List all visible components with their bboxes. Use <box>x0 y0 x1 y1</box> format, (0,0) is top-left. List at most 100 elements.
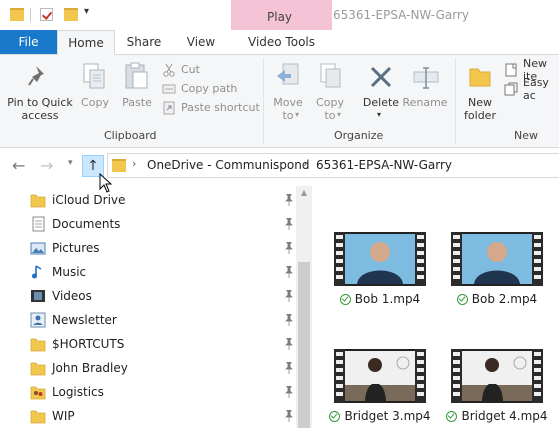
nav-item-label: Pictures <box>52 241 100 255</box>
new-folder-icon[interactable] <box>64 8 78 21</box>
nav-item[interactable]: John Bradley <box>30 356 295 380</box>
group-divider <box>263 58 264 144</box>
nav-item[interactable]: Logistics <box>30 380 295 404</box>
delete-label: Delete <box>362 96 400 109</box>
file-item[interactable]: Bridget 3.mp4 <box>329 349 444 429</box>
group-divider <box>455 58 456 144</box>
file-name: Bob 2.mp4 <box>471 292 538 306</box>
copy-path-label: Copy path <box>181 82 238 95</box>
file-item[interactable]: Bob 1.mp4 <box>334 232 444 312</box>
pin-icon <box>28 66 44 86</box>
nav-item[interactable]: Videos <box>30 284 295 308</box>
copy-to-label-2: to <box>324 109 336 122</box>
file-name-row: Bob 1.mp4 <box>325 292 435 306</box>
folder-icon[interactable] <box>10 8 24 21</box>
paste-shortcut-label: Paste shortcut <box>181 101 260 114</box>
move-to-label-1: Move <box>273 96 303 109</box>
tab-view[interactable]: View <box>175 30 227 54</box>
file-item[interactable]: Bob 2.mp4 <box>451 232 559 312</box>
nav-item[interactable]: iCloud Drive <box>30 188 295 212</box>
breadcrumb-current-folder[interactable]: 65361-EPSA-NW-Garry <box>316 158 452 172</box>
pin-icon[interactable] <box>283 241 295 254</box>
file-name: Bob 1.mp4 <box>354 292 421 306</box>
nav-item-label: Videos <box>52 289 92 303</box>
sync-status-icon <box>456 293 468 305</box>
new-group-label: New <box>514 129 538 142</box>
pin-icon[interactable] <box>283 409 295 422</box>
contextual-tab-group: Play <box>231 0 332 30</box>
cut-button[interactable]: Cut <box>162 60 262 79</box>
nav-item[interactable]: Newsletter <box>30 308 295 332</box>
easy-access-label: Easy ac <box>523 75 549 102</box>
copy-icon <box>83 63 105 89</box>
organize-group-label: Organize <box>334 129 384 142</box>
new-item-icon <box>504 63 518 77</box>
pin-icon[interactable] <box>283 193 295 206</box>
videos-icon <box>30 288 46 304</box>
breadcrumb-chevron-icon[interactable]: › <box>303 157 307 170</box>
chevron-down-icon: ▾ <box>337 110 342 119</box>
tab-home[interactable]: Home <box>57 30 115 55</box>
forward-arrow-icon[interactable]: → <box>40 156 53 175</box>
pin-icon[interactable] <box>283 289 295 302</box>
properties-icon[interactable] <box>40 8 53 21</box>
pin-icon[interactable] <box>283 313 295 326</box>
people-folder-icon <box>30 384 46 400</box>
breadcrumb-onedrive[interactable]: OneDrive - Communispond <box>147 158 309 172</box>
nav-item[interactable]: Pictures <box>30 236 295 260</box>
file-name-row: Bridget 3.mp4 <box>325 409 435 423</box>
rename-icon <box>413 67 439 89</box>
tab-share[interactable]: Share <box>118 30 170 54</box>
new-small-actions: New ite Easy ac <box>504 57 559 102</box>
sync-status-icon <box>329 410 341 422</box>
tab-file[interactable]: File <box>0 30 57 54</box>
new-folder-label-1: New <box>468 96 492 109</box>
recent-locations-chevron-icon[interactable]: ▾ <box>68 158 73 168</box>
scissors-icon <box>162 63 176 77</box>
copy-label: Copy <box>81 96 109 109</box>
pin-icon[interactable] <box>283 385 295 398</box>
copy-to-label-1: Copy <box>316 96 344 109</box>
copy-path-button[interactable]: Copy path <box>162 79 262 98</box>
documents-icon <box>30 216 46 232</box>
customize-quick-access-icon[interactable]: ▾ <box>84 6 89 17</box>
paste-label: Paste <box>122 96 152 109</box>
scroll-up-icon[interactable]: ▲ <box>296 186 312 200</box>
video-thumbnail <box>451 349 543 403</box>
pin-icon[interactable] <box>283 361 295 374</box>
back-arrow-icon[interactable]: ← <box>12 156 25 175</box>
pin-label-1: Pin to Quick <box>7 96 73 109</box>
cut-label: Cut <box>181 63 200 76</box>
folder-icon <box>30 360 46 376</box>
nav-item[interactable]: Documents <box>30 212 295 236</box>
play-label: Play <box>267 10 293 24</box>
pictures-icon <box>30 240 46 256</box>
nav-item[interactable]: WIP <box>30 404 295 428</box>
folder-icon <box>30 408 46 424</box>
easy-access-button[interactable]: Easy ac <box>504 76 559 102</box>
nav-item[interactable]: $HORTCUTS <box>30 332 295 356</box>
paste-icon <box>125 62 148 89</box>
file-name-row: Bob 2.mp4 <box>442 292 552 306</box>
paste-shortcut-button[interactable]: Paste shortcut <box>162 98 262 117</box>
copy-path-icon <box>162 82 176 96</box>
video-thumbnail <box>334 232 426 286</box>
folder-icon <box>30 336 46 352</box>
scrollbar-thumb[interactable] <box>298 262 310 428</box>
file-name: Bridget 4.mp4 <box>461 409 548 423</box>
sync-status-icon <box>339 293 351 305</box>
nav-item[interactable]: Music <box>30 260 295 284</box>
folder-icon <box>112 159 126 172</box>
tab-video-tools[interactable]: Video Tools <box>231 30 332 54</box>
video-thumbnail <box>334 349 426 403</box>
rename-label: Rename <box>402 96 448 109</box>
breadcrumb-chevron-icon[interactable]: › <box>132 157 136 170</box>
pin-icon[interactable] <box>283 337 295 350</box>
file-name-row: Bridget 4.mp4 <box>442 409 552 423</box>
move-to-label-2: to <box>282 109 294 122</box>
pin-icon[interactable] <box>283 265 295 278</box>
file-item[interactable]: Bridget 4.mp4 <box>446 349 559 429</box>
nav-item-label: iCloud Drive <box>52 193 126 207</box>
window-title: 65361-EPSA-NW-Garry <box>333 8 469 22</box>
pin-icon[interactable] <box>283 217 295 230</box>
